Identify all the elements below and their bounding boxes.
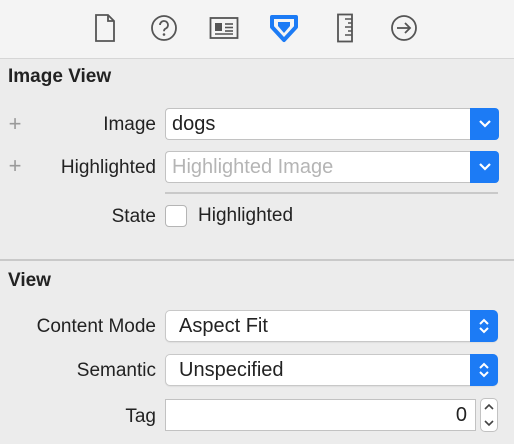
- add-variation-image-button[interactable]: +: [6, 113, 24, 135]
- identity-icon[interactable]: [209, 12, 239, 44]
- help-icon[interactable]: [149, 12, 179, 44]
- content-mode-label: Content Mode: [36, 316, 156, 337]
- image-combo-dropdown-button[interactable]: [470, 108, 499, 140]
- view-section-title: View: [8, 270, 51, 291]
- semantic-popup-button[interactable]: [470, 354, 498, 386]
- up-down-chevrons-icon: [479, 362, 489, 378]
- state-label: State: [111, 206, 156, 227]
- chevron-down-icon: [478, 163, 491, 171]
- chevron-down-icon: [478, 120, 491, 128]
- tag-field[interactable]: 0: [165, 399, 476, 431]
- image-label: Image: [103, 114, 156, 135]
- attributes-icon[interactable]: [269, 12, 299, 44]
- up-down-chevrons-icon: [479, 318, 489, 334]
- section-divider: [0, 259, 514, 261]
- highlighted-combo-dropdown-button[interactable]: [470, 151, 499, 183]
- tag-label: Tag: [125, 406, 156, 427]
- highlighted-image-combo-field[interactable]: Highlighted Image: [165, 151, 471, 183]
- divider: [165, 192, 498, 194]
- content-mode-popup[interactable]: Aspect Fit: [165, 310, 498, 342]
- inspector-toolbar: [0, 0, 514, 59]
- image-combo-field[interactable]: dogs: [165, 108, 471, 140]
- stepper-up-icon[interactable]: [484, 403, 494, 411]
- state-highlighted-checkbox-label[interactable]: Highlighted: [198, 205, 293, 227]
- semantic-popup[interactable]: Unspecified: [165, 354, 498, 386]
- semantic-label: Semantic: [76, 360, 156, 381]
- stepper-down-icon[interactable]: [484, 419, 494, 427]
- file-icon[interactable]: [90, 12, 120, 44]
- highlighted-label: Highlighted: [60, 157, 156, 178]
- tag-stepper[interactable]: [480, 398, 498, 432]
- size-icon[interactable]: [330, 12, 360, 44]
- image-view-section-title: Image View: [8, 66, 112, 87]
- connections-icon[interactable]: [389, 12, 419, 44]
- content-mode-popup-button[interactable]: [470, 310, 498, 342]
- state-highlighted-checkbox[interactable]: [165, 205, 187, 227]
